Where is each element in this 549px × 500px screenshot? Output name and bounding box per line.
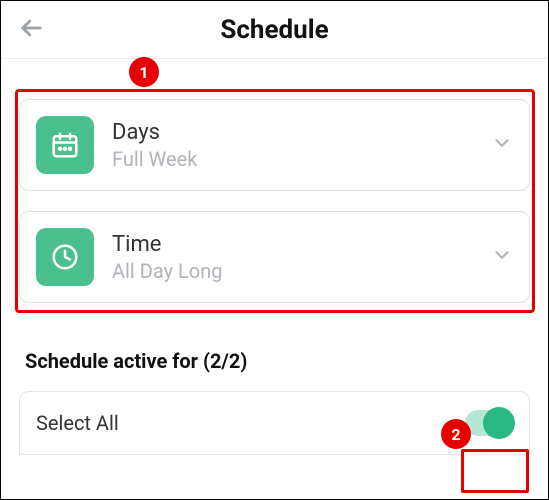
clock-icon bbox=[36, 228, 94, 286]
schedule-cards: Days Full Week Time All Day Long bbox=[1, 99, 548, 303]
back-button[interactable] bbox=[17, 14, 45, 46]
header: Schedule bbox=[1, 1, 548, 59]
calendar-icon bbox=[36, 116, 94, 174]
days-card-texts: Days Full Week bbox=[94, 120, 491, 171]
select-all-toggle[interactable] bbox=[465, 410, 513, 436]
time-subtitle: All Day Long bbox=[112, 259, 491, 283]
annotation-box-2 bbox=[461, 449, 529, 493]
annotation-badge-1: 1 bbox=[129, 57, 159, 87]
chevron-down-icon bbox=[491, 244, 513, 270]
chevron-down-icon bbox=[491, 132, 513, 158]
days-subtitle: Full Week bbox=[112, 147, 491, 171]
select-all-row: Select All bbox=[19, 391, 530, 455]
section-heading: Schedule active for (2/2) bbox=[1, 349, 548, 373]
time-card[interactable]: Time All Day Long bbox=[19, 211, 530, 303]
days-card[interactable]: Days Full Week bbox=[19, 99, 530, 191]
toggle-knob bbox=[483, 407, 515, 439]
time-title: Time bbox=[112, 232, 491, 257]
days-title: Days bbox=[112, 120, 491, 145]
time-card-texts: Time All Day Long bbox=[94, 232, 491, 283]
select-all-label: Select All bbox=[36, 411, 119, 435]
page-title: Schedule bbox=[220, 15, 328, 45]
arrow-left-icon bbox=[17, 14, 45, 42]
